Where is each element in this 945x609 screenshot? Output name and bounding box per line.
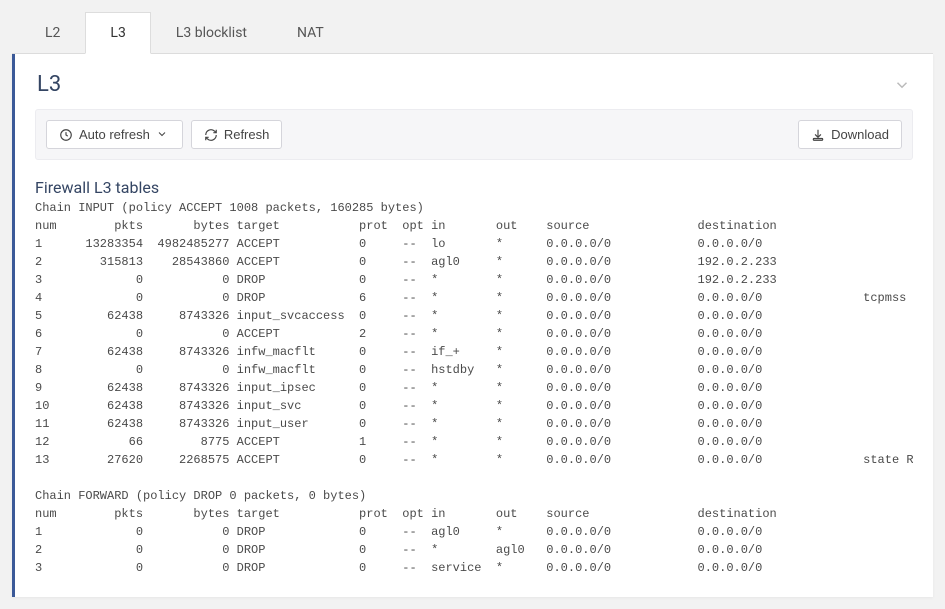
collapse-icon[interactable] <box>893 76 911 94</box>
download-icon <box>811 128 825 142</box>
auto-refresh-label: Auto refresh <box>79 127 150 142</box>
download-button[interactable]: Download <box>798 120 902 149</box>
clock-icon <box>59 128 73 142</box>
chevron-down-icon <box>156 128 170 142</box>
content-subtitle: Firewall L3 tables <box>35 178 913 197</box>
download-label: Download <box>831 127 889 142</box>
panel-l3: L3 Auto refresh Refresh <box>12 54 933 597</box>
tab-bar: L2 L3 L3 blocklist NAT <box>12 12 933 54</box>
firewall-table-output: Chain INPUT (policy ACCEPT 1008 packets,… <box>35 199 913 577</box>
tab-l3[interactable]: L3 <box>85 12 150 54</box>
tab-nat[interactable]: NAT <box>272 12 349 54</box>
panel-title: L3 <box>37 72 61 97</box>
refresh-button[interactable]: Refresh <box>191 120 283 149</box>
toolbar: Auto refresh Refresh Download <box>35 109 913 160</box>
tab-l2[interactable]: L2 <box>20 12 85 54</box>
refresh-label: Refresh <box>224 127 270 142</box>
auto-refresh-button[interactable]: Auto refresh <box>46 120 183 149</box>
refresh-icon <box>204 128 218 142</box>
tab-l3-blocklist[interactable]: L3 blocklist <box>151 12 272 54</box>
